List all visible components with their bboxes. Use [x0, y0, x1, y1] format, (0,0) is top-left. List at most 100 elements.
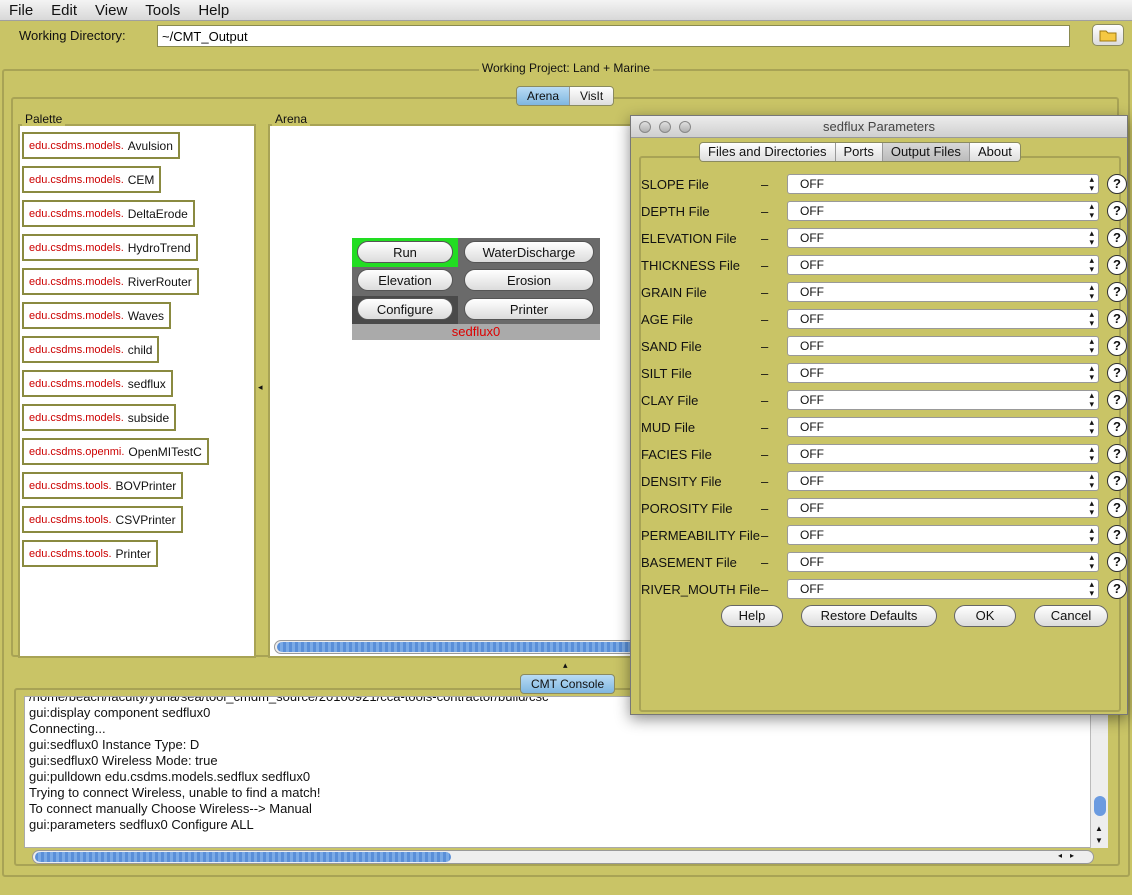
configure-button[interactable]: Configure: [357, 298, 453, 320]
browse-folder-button[interactable]: [1092, 24, 1124, 46]
arena-canvas[interactable]: [268, 124, 648, 658]
param-select[interactable]: OFF ▴ ▾: [787, 201, 1099, 221]
help-icon[interactable]: ?: [1107, 525, 1127, 545]
palette-item-avulsion[interactable]: edu.csdms.models. Avulsion: [22, 132, 180, 159]
console-output: /home/beach/faculty/yuna/sea/tool_cmdm_s…: [24, 696, 1108, 848]
class-name: Avulsion: [127, 138, 173, 153]
param-select[interactable]: OFF ▴ ▾: [787, 228, 1099, 248]
tab-arena[interactable]: Arena: [517, 87, 571, 105]
palette-item-printer[interactable]: edu.csdms.tools. Printer: [22, 540, 158, 567]
param-value: OFF: [800, 555, 824, 569]
tab-ports[interactable]: Ports: [835, 143, 883, 161]
palette-item-deltaerode[interactable]: edu.csdms.models. DeltaErode: [22, 200, 195, 227]
package-name: edu.csdms.models.: [29, 275, 124, 288]
param-dash: –: [761, 420, 769, 435]
palette-item-hydrotrend[interactable]: edu.csdms.models. HydroTrend: [22, 234, 198, 261]
scrollbar-thumb[interactable]: [1094, 796, 1106, 816]
palette-item-sedflux[interactable]: edu.csdms.models. sedflux: [22, 370, 173, 397]
help-icon[interactable]: ?: [1107, 309, 1127, 329]
scroll-up-arrow-icon[interactable]: ▲: [1095, 824, 1103, 833]
param-select[interactable]: OFF ▴ ▾: [787, 336, 1099, 356]
console-line: To connect manually Choose Wireless--> M…: [29, 801, 312, 816]
arena-horizontal-scrollbar[interactable]: [274, 640, 642, 654]
restore-defaults-button[interactable]: Restore Defaults: [801, 605, 937, 627]
scrollbar-thumb[interactable]: [277, 642, 637, 652]
menu-view[interactable]: View: [86, 0, 136, 21]
dialog-titlebar[interactable]: sedflux Parameters: [631, 116, 1127, 138]
working-directory-input[interactable]: [157, 25, 1070, 47]
help-icon[interactable]: ?: [1107, 174, 1127, 194]
tab-output-files[interactable]: Output Files: [882, 143, 970, 161]
component-sedflux0[interactable]: Run WaterDischarge Elevation Erosion Con…: [352, 238, 600, 340]
elevation-port[interactable]: Elevation: [357, 269, 453, 291]
printer-port[interactable]: Printer: [464, 298, 594, 320]
help-icon[interactable]: ?: [1107, 552, 1127, 572]
param-select[interactable]: OFF ▴ ▾: [787, 579, 1099, 599]
help-icon[interactable]: ?: [1107, 201, 1127, 221]
param-label: SLOPE File: [641, 177, 709, 192]
param-select[interactable]: OFF ▴ ▾: [787, 255, 1099, 275]
palette-item-csvprinter[interactable]: edu.csdms.tools. CSVPrinter: [22, 506, 183, 533]
ok-button[interactable]: OK: [954, 605, 1016, 627]
help-icon[interactable]: ?: [1107, 282, 1127, 302]
palette-item-child[interactable]: edu.csdms.models. child: [22, 336, 160, 363]
console-vertical-scrollbar[interactable]: ▲ ▼: [1090, 696, 1108, 848]
param-select[interactable]: OFF ▴ ▾: [787, 525, 1099, 545]
palette-list: edu.csdms.models. Avulsion edu.csdms.mode…: [18, 124, 256, 658]
help-icon[interactable]: ?: [1107, 444, 1127, 464]
param-select[interactable]: OFF ▴ ▾: [787, 282, 1099, 302]
param-select[interactable]: OFF ▴ ▾: [787, 417, 1099, 437]
param-value: OFF: [800, 366, 824, 380]
param-select[interactable]: OFF ▴ ▾: [787, 174, 1099, 194]
help-button[interactable]: Help: [721, 605, 783, 627]
param-row-age: AGE File – OFF ▴ ▾?: [641, 309, 1127, 331]
menu-bar: File Edit View Tools Help: [0, 0, 1132, 21]
erosion-port[interactable]: Erosion: [464, 269, 594, 291]
help-icon[interactable]: ?: [1107, 498, 1127, 518]
tab-files-and-directories[interactable]: Files and Directories: [700, 143, 836, 161]
param-select[interactable]: OFF ▴ ▾: [787, 444, 1099, 464]
tab-about[interactable]: About: [969, 143, 1020, 161]
menu-file[interactable]: File: [0, 0, 42, 21]
scroll-left-arrow-icon[interactable]: ◂: [1058, 851, 1062, 860]
help-icon[interactable]: ?: [1107, 579, 1127, 599]
help-icon[interactable]: ?: [1107, 228, 1127, 248]
console-horizontal-scrollbar[interactable]: [32, 850, 1094, 864]
help-icon[interactable]: ?: [1107, 390, 1127, 410]
scrollbar-thumb[interactable]: [35, 852, 451, 862]
palette-item-cem[interactable]: edu.csdms.models. CEM: [22, 166, 162, 193]
scroll-down-arrow-icon[interactable]: ▼: [1095, 836, 1103, 845]
cancel-button[interactable]: Cancel: [1034, 605, 1108, 627]
palette-item-riverrouter[interactable]: edu.csdms.models. RiverRouter: [22, 268, 199, 295]
palette-item-waves[interactable]: edu.csdms.models. Waves: [22, 302, 171, 329]
palette-item-subside[interactable]: edu.csdms.models. subside: [22, 404, 177, 431]
palette-item-openmitestc[interactable]: edu.csdms.openmi. OpenMITestC: [22, 438, 209, 465]
param-select[interactable]: OFF ▴ ▾: [787, 309, 1099, 329]
water-discharge-port[interactable]: WaterDischarge: [464, 241, 594, 263]
param-select[interactable]: OFF ▴ ▾: [787, 552, 1099, 572]
palette-item-bovprinter[interactable]: edu.csdms.tools. BOVPrinter: [22, 472, 184, 499]
updown-arrow-icon: ▴ ▾: [1089, 390, 1094, 409]
console-line: gui:sedflux0 Instance Type: D: [29, 737, 200, 752]
menu-edit[interactable]: Edit: [42, 0, 86, 21]
param-select[interactable]: OFF ▴ ▾: [787, 390, 1099, 410]
help-icon[interactable]: ?: [1107, 363, 1127, 383]
splitter-handle-horizontal[interactable]: ▴: [563, 660, 568, 671]
help-icon[interactable]: ?: [1107, 255, 1127, 275]
help-icon[interactable]: ?: [1107, 417, 1127, 437]
menu-help[interactable]: Help: [189, 0, 238, 21]
param-row-mud: MUD File – OFF ▴ ▾?: [641, 417, 1127, 439]
run-button[interactable]: Run: [357, 241, 453, 263]
splitter-handle-vertical[interactable]: ◂: [258, 382, 263, 393]
menu-tools[interactable]: Tools: [136, 0, 189, 21]
help-icon[interactable]: ?: [1107, 336, 1127, 356]
scroll-right-arrow-icon[interactable]: ▸: [1070, 851, 1074, 860]
cmt-console-button[interactable]: CMT Console: [520, 674, 616, 694]
param-select[interactable]: OFF ▴ ▾: [787, 363, 1099, 383]
param-row-slope: SLOPE File – OFF ▴ ▾?: [641, 174, 1127, 196]
param-select[interactable]: OFF ▴ ▾: [787, 471, 1099, 491]
updown-arrow-icon: ▴ ▾: [1089, 525, 1094, 544]
help-icon[interactable]: ?: [1107, 471, 1127, 491]
param-select[interactable]: OFF ▴ ▾: [787, 498, 1099, 518]
tab-visit[interactable]: VisIt: [570, 87, 614, 105]
